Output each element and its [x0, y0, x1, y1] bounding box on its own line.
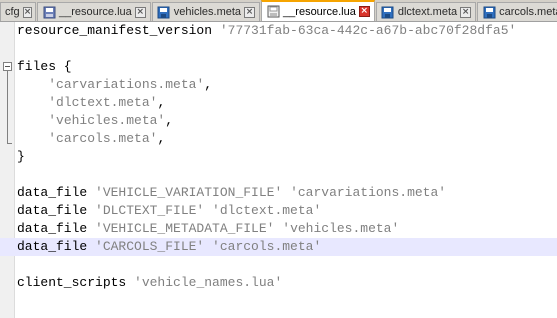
string-literal: 'VEHICLE_VARIATION_FILE'	[95, 185, 283, 200]
string-literal: 'vehicle_names.lua'	[134, 275, 283, 290]
close-icon[interactable]: ×	[244, 6, 256, 18]
save-icon	[157, 6, 171, 19]
current-code-line: data_file 'CARCOLS_FILE' 'carcols.meta'	[0, 238, 557, 256]
close-icon[interactable]: ×	[134, 6, 146, 18]
close-icon[interactable]: ×	[22, 6, 33, 18]
code-line: data_file 'VEHICLE_VARIATION_FILE' 'carv…	[0, 184, 557, 202]
code-line: resource_manifest_version '77731fab-63ca…	[0, 22, 557, 40]
tab-dlctext-meta[interactable]: dlctext.meta ×	[375, 2, 477, 21]
string-literal: 'carcols.meta'	[212, 239, 322, 254]
tab-resource-lua-active[interactable]: __resource.lua ×	[261, 0, 375, 21]
tab-label: __resource.lua	[59, 6, 132, 18]
code-text-span: }	[17, 149, 25, 164]
file-icon	[42, 6, 56, 19]
comma: ,	[157, 95, 166, 110]
keyword: data_file	[17, 203, 96, 218]
string-literal: 'vehicles.meta'	[48, 113, 166, 128]
tab-vehicles-meta[interactable]: vehicles.meta ×	[151, 2, 261, 21]
string-literal: 'dlctext.meta'	[48, 95, 158, 110]
code-line: 'carcols.meta',	[0, 130, 557, 148]
tab-bar: cfg × __resource.lua × vehicles.meta × _…	[0, 0, 557, 22]
code-line: data_file 'VEHICLE_METADATA_FILE' 'vehic…	[0, 220, 557, 238]
tab-resource-lua-1[interactable]: __resource.lua ×	[37, 2, 151, 21]
keyword: data_file	[17, 185, 96, 200]
string-literal: 'vehicles.meta'	[282, 221, 400, 236]
string-literal: 'carcols.meta'	[48, 131, 158, 146]
save-icon	[482, 6, 496, 19]
keyword: data_file	[17, 221, 96, 236]
string-literal: 'carvariations.meta'	[48, 77, 205, 92]
tab-label: __resource.lua	[283, 5, 356, 18]
keyword: client_scripts	[17, 275, 135, 290]
code-line: 'dlctext.meta',	[0, 94, 557, 112]
save-icon	[381, 6, 395, 19]
tab-label: cfg	[5, 6, 20, 18]
string-literal: 'VEHICLE_METADATA_FILE'	[95, 221, 275, 236]
string-literal: 'dlctext.meta'	[212, 203, 322, 218]
code-editor[interactable]: resource_manifest_version '77731fab-63ca…	[0, 22, 557, 318]
tab-cfg[interactable]: cfg ×	[0, 2, 36, 21]
comma: ,	[204, 77, 213, 92]
comma: ,	[165, 113, 174, 128]
code-line: 'vehicles.meta',	[0, 112, 557, 130]
close-icon[interactable]: ×	[358, 6, 370, 17]
code-text[interactable]: resource_manifest_version '77731fab-63ca…	[0, 22, 557, 292]
close-icon[interactable]: ×	[460, 6, 472, 18]
code-line: files {	[0, 58, 557, 76]
tab-label: carcols.meta	[499, 6, 557, 18]
code-line: data_file 'DLCTEXT_FILE' 'dlctext.meta'	[0, 202, 557, 220]
keyword: data_file	[17, 239, 96, 254]
file-icon	[266, 5, 280, 18]
code-line: client_scripts 'vehicle_names.lua'	[0, 274, 557, 292]
tab-label: vehicles.meta	[173, 6, 242, 18]
string-literal: 'CARCOLS_FILE'	[95, 239, 205, 254]
code-line: }	[0, 148, 557, 166]
code-text-span: files {	[17, 59, 72, 74]
string-literal: 'carvariations.meta'	[290, 185, 447, 200]
keyword: resource_manifest_version	[17, 23, 220, 38]
tab-carcols-meta[interactable]: carcols.meta ×	[477, 2, 557, 21]
comma: ,	[157, 131, 166, 146]
tab-label: dlctext.meta	[397, 6, 458, 18]
code-line: 'carvariations.meta',	[0, 76, 557, 94]
string-literal: '77731fab-63ca-442c-a67b-abc70f28dfa5'	[219, 23, 517, 38]
string-literal: 'DLCTEXT_FILE'	[95, 203, 205, 218]
